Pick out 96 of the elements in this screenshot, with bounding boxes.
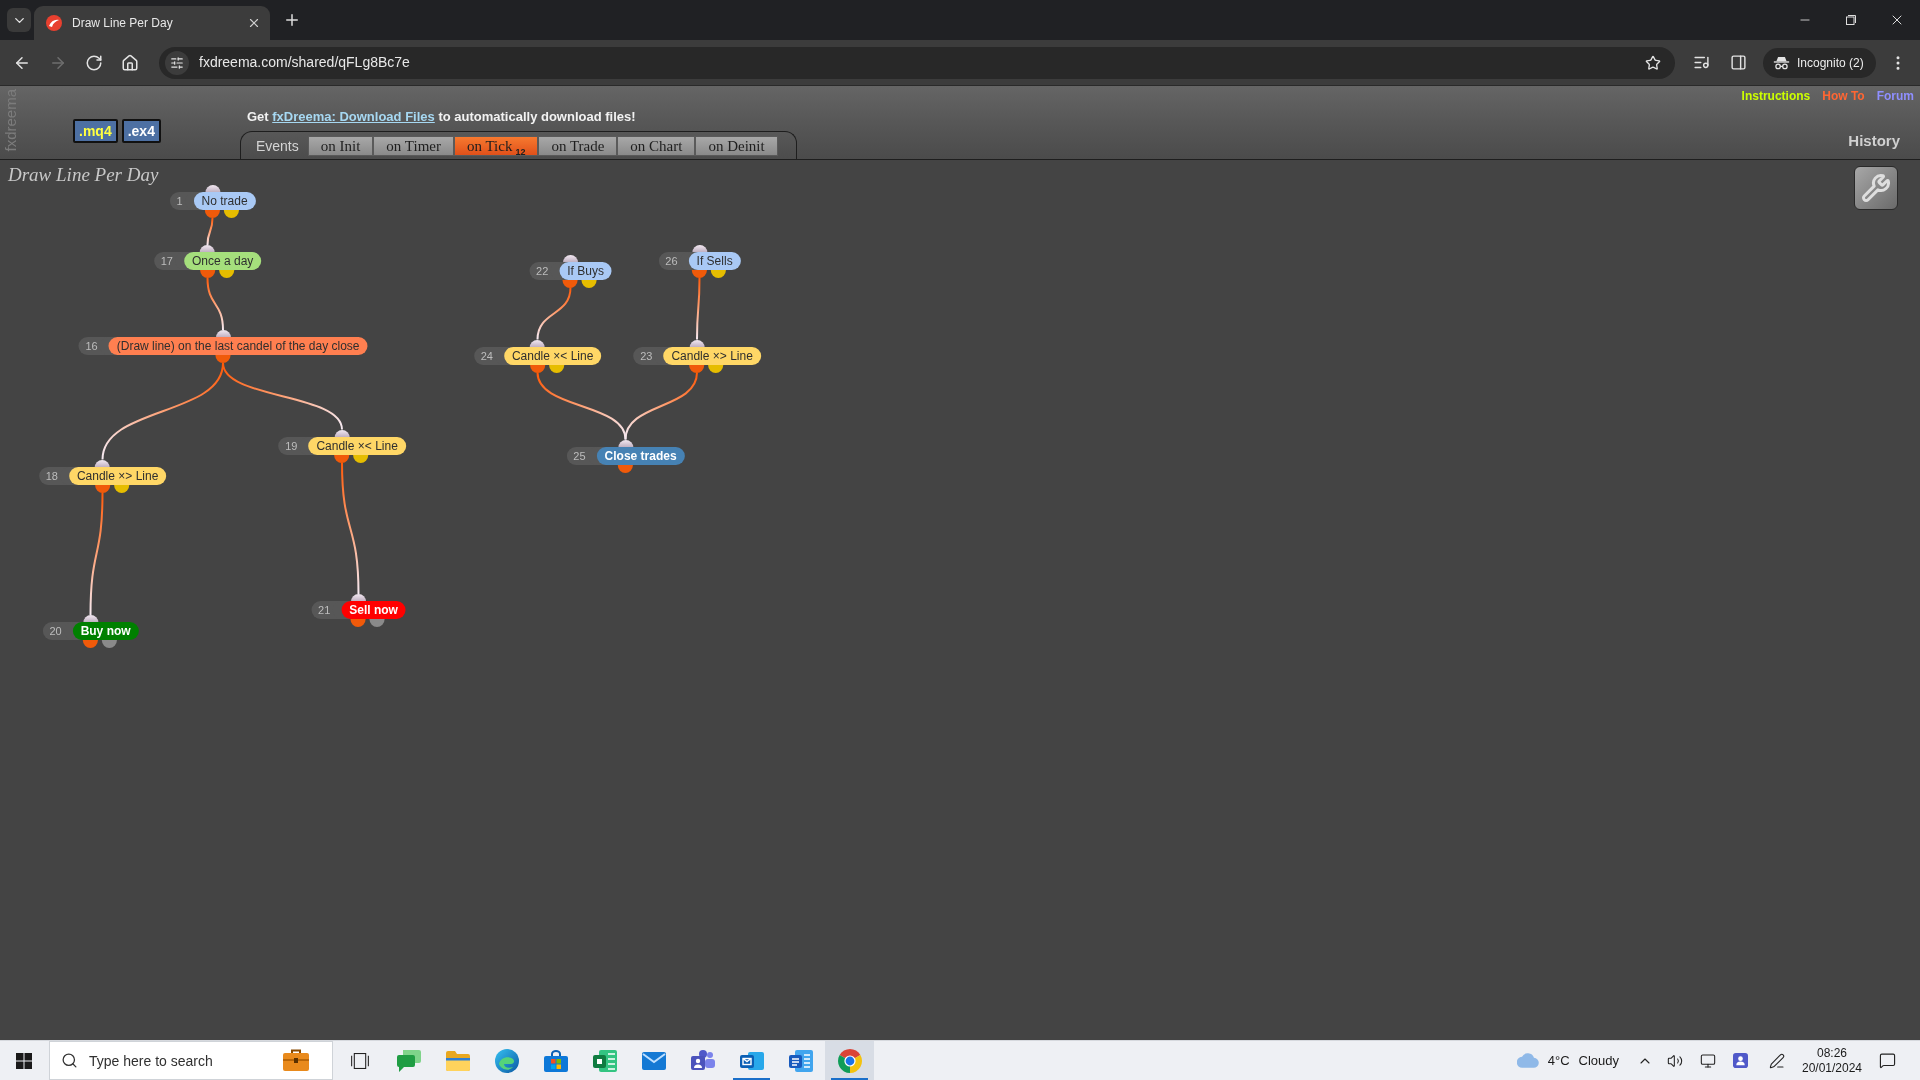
envelope-icon[interactable] — [641, 1051, 666, 1070]
output-port-icon[interactable] — [618, 464, 633, 473]
input-port-icon[interactable] — [618, 439, 633, 448]
connector-line — [206, 277, 224, 331]
output-port-icon[interactable] — [692, 269, 707, 278]
mail-tile-icon[interactable] — [739, 1049, 764, 1072]
people-tile-icon[interactable] — [1732, 1053, 1748, 1068]
tick-count-label: 12 — [515, 148, 526, 157]
input-port-icon[interactable] — [530, 339, 545, 348]
speaker-icon[interactable] — [1667, 1052, 1683, 1069]
download-notice: Get fxDreema: Download Files to automatically download files! — [246, 107, 636, 126]
file-type-button[interactable]: .mq4 — [73, 119, 118, 143]
close-tab-icon[interactable] — [247, 16, 261, 30]
output-port-icon[interactable] — [102, 640, 117, 648]
monitor-icon[interactable] — [1700, 1052, 1716, 1069]
node-label[interactable]: Candle ×< Line — [503, 346, 602, 365]
weather-condition-text: Cloudy — [1578, 1051, 1619, 1070]
reload-icon[interactable] — [85, 53, 103, 72]
project-title: Draw Line Per Day — [7, 163, 159, 187]
start-icon[interactable] — [16, 1052, 32, 1069]
output-port-icon[interactable] — [215, 355, 231, 363]
output-port-icon[interactable] — [224, 210, 239, 218]
input-port-icon[interactable] — [692, 244, 707, 253]
browser-tab[interactable]: Draw Line Per Day — [34, 6, 270, 40]
notification-icon[interactable] — [1878, 1052, 1896, 1069]
output-port-icon[interactable] — [549, 364, 564, 373]
swirl-browser-icon[interactable] — [494, 1048, 519, 1073]
output-port-icon[interactable] — [711, 269, 726, 278]
output-port-icon[interactable] — [83, 640, 98, 648]
incognito-icon — [1773, 55, 1790, 70]
output-port-icon[interactable] — [530, 364, 545, 373]
bookmark-star-icon[interactable] — [1645, 54, 1661, 71]
output-port-icon[interactable] — [370, 619, 385, 627]
header-link[interactable]: Instructions — [1741, 87, 1811, 105]
output-port-icon[interactable] — [351, 619, 366, 627]
site-info-icon[interactable] — [170, 55, 184, 70]
taskbar-button[interactable] — [825, 1041, 874, 1080]
new-tab-icon[interactable] — [283, 11, 301, 29]
output-port-icon[interactable] — [95, 484, 110, 493]
reading-list-icon[interactable] — [1692, 54, 1710, 71]
spreadsheet-icon[interactable] — [592, 1049, 617, 1072]
event-tab[interactable]: on Init — [307, 136, 374, 156]
events-label: Events — [255, 137, 299, 156]
document-icon[interactable] — [788, 1049, 813, 1072]
event-tab[interactable]: on Trade — [538, 136, 618, 156]
history-link[interactable]: History — [1848, 129, 1900, 152]
side-panel-icon[interactable] — [1729, 54, 1747, 71]
output-port-icon[interactable] — [582, 279, 597, 288]
input-port-icon[interactable] — [563, 254, 578, 263]
people-tile-icon[interactable] — [690, 1049, 715, 1072]
temperature-text: 4°C — [1547, 1051, 1570, 1070]
connector-line — [696, 276, 701, 341]
output-port-icon[interactable] — [334, 454, 350, 463]
clock-date: 20/01/2024 — [1801, 1060, 1863, 1076]
restore-icon[interactable] — [1846, 15, 1856, 25]
shopping-bag-icon[interactable] — [543, 1049, 568, 1072]
input-port-icon[interactable] — [689, 339, 705, 348]
node-label[interactable]: If Sells — [688, 251, 741, 270]
connector-line — [536, 286, 572, 341]
input-port-icon[interactable] — [334, 429, 350, 438]
node-label[interactable]: No trade — [193, 192, 256, 210]
output-port-icon[interactable] — [205, 210, 220, 218]
node-label[interactable]: Once a day — [183, 252, 262, 270]
task-view-icon[interactable] — [350, 1052, 369, 1069]
event-tab[interactable]: on Deinit — [695, 136, 778, 156]
profile-button[interactable]: Incognito (2) — [1763, 47, 1876, 78]
ring-browser-icon[interactable] — [837, 1048, 862, 1073]
pen-icon[interactable] — [1769, 1052, 1785, 1069]
node-label[interactable]: Close trades — [596, 446, 685, 465]
node-label[interactable]: (Draw line) on the last candel of the day close — [108, 337, 368, 355]
search-field[interactable]: Type here to search — [49, 1041, 333, 1080]
folder-icon[interactable] — [445, 1050, 470, 1071]
node-label[interactable]: Candle ×> Line — [68, 466, 167, 485]
event-tab[interactable]: on Chart — [617, 136, 696, 156]
url-text: fxdreema.com/shared/qFLg8Bc7e — [199, 53, 410, 72]
address-bar[interactable]: fxdreema.com/shared/qFLg8Bc7e — [159, 46, 1675, 79]
download-files-link[interactable]: fxDreema: Download Files — [272, 108, 435, 124]
tools-button[interactable] — [1854, 166, 1898, 210]
output-port-icon[interactable] — [114, 484, 129, 493]
clock-time: 08:26 — [1817, 1045, 1847, 1061]
home-icon[interactable] — [121, 53, 139, 72]
output-port-icon[interactable] — [200, 270, 215, 278]
favicon-icon — [46, 15, 62, 31]
node-label[interactable]: Buy now — [72, 622, 139, 640]
search-icon — [61, 1052, 78, 1069]
chat-bubbles-icon[interactable] — [396, 1049, 421, 1072]
event-tab[interactable]: on Timer — [373, 136, 454, 156]
connector-line — [206, 217, 214, 246]
output-port-icon[interactable] — [219, 270, 234, 278]
file-type-button[interactable]: .ex4 — [121, 119, 161, 143]
output-port-icon[interactable] — [563, 279, 578, 288]
output-port-icon[interactable] — [689, 364, 705, 373]
output-port-icon[interactable] — [353, 454, 369, 463]
input-port-icon[interactable] — [95, 459, 110, 468]
briefcase-icon — [283, 1049, 309, 1071]
output-port-icon[interactable] — [708, 364, 724, 373]
